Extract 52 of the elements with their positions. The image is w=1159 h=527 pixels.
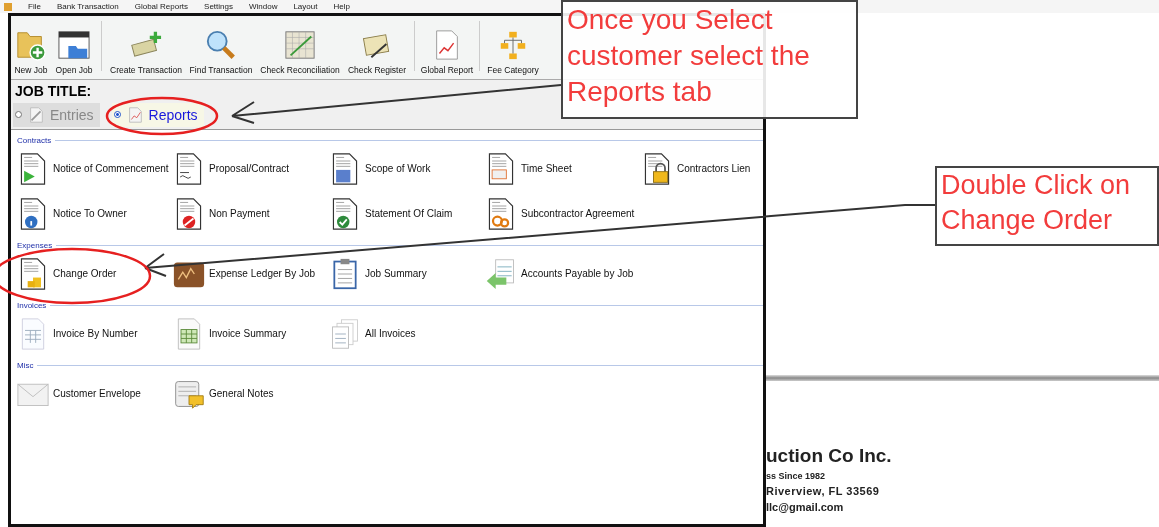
report-item[interactable]: Invoice Summary: [173, 311, 329, 356]
toolbar-button[interactable]: Open Job: [51, 29, 97, 75]
folder-add-icon: [14, 29, 48, 61]
toolbar-button[interactable]: Find Transaction: [186, 29, 256, 75]
report-item[interactable]: Contractors Lien: [641, 146, 791, 191]
report-item[interactable]: Notice of Commencement: [17, 146, 173, 191]
toolbar-button[interactable]: Create Transaction: [106, 29, 186, 75]
window-icon: [57, 29, 91, 61]
report-item[interactable]: Notice To Owner: [17, 191, 173, 236]
section-title: Misc: [17, 360, 34, 370]
toolbar-button[interactable]: New Job: [11, 29, 51, 75]
report-item[interactable]: Change Order: [17, 251, 173, 296]
search-icon: [204, 29, 238, 61]
document-text: llc@gmail.com: [766, 501, 845, 513]
menu-item[interactable]: File: [28, 1, 41, 12]
menu-item[interactable]: Window: [248, 1, 278, 12]
document-text: uction Co Inc.: [766, 445, 893, 467]
ledger-icon: [283, 29, 317, 61]
toolbar-button[interactable]: Check Reconciliation: [256, 29, 344, 75]
report-item[interactable]: Proposal/Contract: [173, 146, 329, 191]
report-item[interactable]: Subcontractor Agreement: [485, 191, 641, 236]
menu-item[interactable]: Global Reports: [134, 1, 189, 12]
report-item[interactable]: Accounts Payable by Job: [485, 251, 641, 296]
tab[interactable]: Reports: [111, 102, 204, 127]
menu-item[interactable]: Layout: [293, 1, 318, 12]
report-item[interactable]: General Notes: [173, 371, 329, 416]
menu-item[interactable]: Help: [333, 1, 350, 12]
document-icon: [485, 256, 517, 291]
report-item[interactable]: Job Summary: [329, 251, 485, 296]
menu-item[interactable]: Settings: [204, 1, 233, 12]
report-item[interactable]: Non Payment: [173, 191, 329, 236]
section-title: Invoices: [17, 300, 47, 310]
callout-note: Double Click on Change Order: [935, 166, 1159, 246]
section-title: Contracts: [17, 135, 52, 145]
toolbar-button[interactable]: Fee Category: [484, 29, 542, 75]
report-item[interactable]: Scope of Work: [329, 146, 485, 191]
callout-note: Once you Select customer select the Reports tab: [561, 0, 858, 119]
section-title: Expenses: [17, 240, 53, 250]
report-item[interactable]: Customer Envelope: [17, 371, 173, 416]
app-icon: [4, 2, 12, 11]
report-item[interactable]: Invoice By Number: [17, 311, 173, 356]
toolbar-button[interactable]: Check Register: [344, 29, 410, 75]
menu-item[interactable]: Bank Transaction: [56, 1, 119, 12]
document-text: Riverview, FL 33569: [766, 485, 881, 497]
document-text: ss Since 1982: [766, 471, 827, 481]
document-icon: [329, 316, 361, 351]
pencil-icon: [27, 105, 45, 124]
toolbar-button[interactable]: Global Report: [419, 29, 475, 75]
report-item[interactable]: Statement Of Claim: [329, 191, 485, 236]
report-item[interactable]: All Invoices: [329, 311, 485, 356]
report-item[interactable]: Time Sheet: [485, 146, 641, 191]
report-item[interactable]: Expense Ledger By Job: [173, 251, 329, 296]
